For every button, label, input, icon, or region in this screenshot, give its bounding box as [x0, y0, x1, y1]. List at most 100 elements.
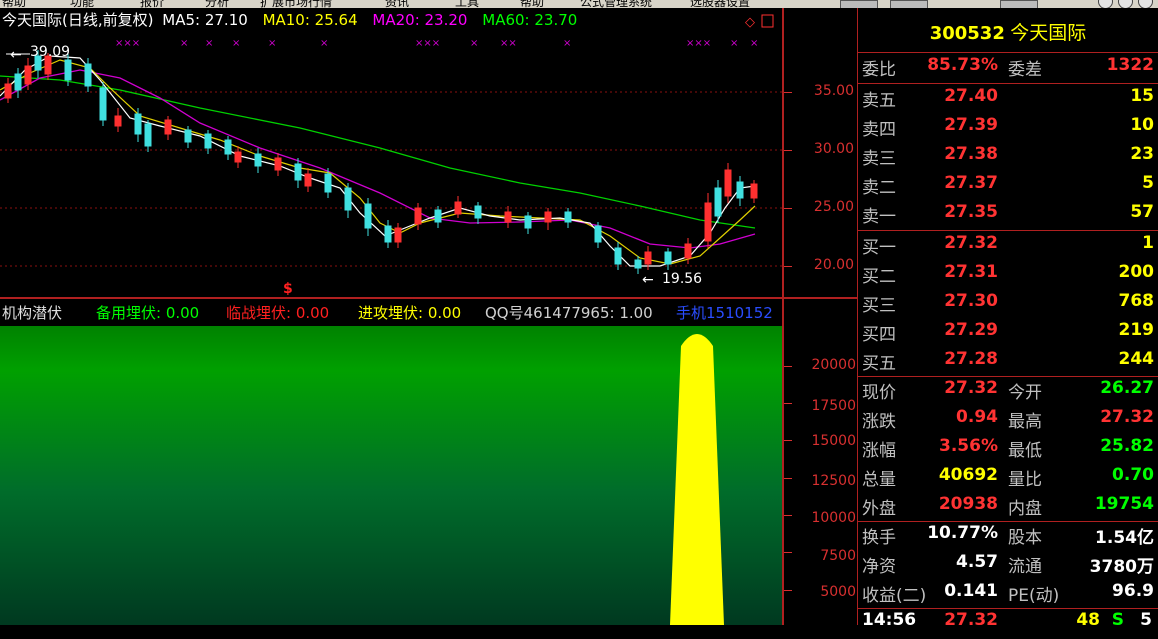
svg-text:×: ×	[205, 38, 213, 49]
stat-value: 3.56%	[939, 436, 998, 456]
weicha-label: 委差	[1008, 60, 1042, 80]
buy-volume: 768	[1118, 291, 1155, 311]
svg-text:×: ×	[750, 38, 758, 49]
toolbar-button[interactable]	[1000, 0, 1038, 8]
buy-row[interactable]: 买一 27.32 1	[858, 233, 1158, 262]
close-icon[interactable]	[1138, 0, 1153, 8]
tick-side: S	[1111, 610, 1124, 630]
sell-row[interactable]: 卖四 27.39 10	[858, 115, 1158, 144]
menu-item[interactable]: 帮助	[520, 0, 544, 8]
minimize-icon[interactable]	[1098, 0, 1113, 8]
y-tick-label: 20000	[811, 357, 856, 373]
y-tick	[784, 515, 792, 516]
buy-label: 买五	[862, 354, 896, 374]
stat-value: 20938	[938, 494, 998, 514]
menu-item[interactable]: 报价	[140, 0, 164, 8]
menu-item[interactable]: 帮助	[2, 0, 26, 8]
stat-label: 收益(二)	[862, 586, 927, 606]
sell-label: 卖二	[862, 178, 896, 198]
menu-item[interactable]: 扩展市场行情	[260, 0, 332, 8]
stat-label: 最高	[1008, 412, 1042, 432]
stat-value: 27.32	[944, 378, 998, 398]
indicator-item: 临战埋伏: 0.00	[226, 304, 330, 322]
buy-row[interactable]: 买四 27.29 219	[858, 320, 1158, 349]
stat-label: 总量	[862, 470, 896, 490]
svg-text:×××: ×××	[415, 38, 440, 49]
sell-price: 27.37	[944, 173, 998, 193]
y-tick	[784, 590, 792, 591]
tick-price: 27.32	[944, 610, 998, 630]
buy-row[interactable]: 买三 27.30 768	[858, 291, 1158, 320]
menu-item[interactable]: 功能	[70, 0, 94, 8]
stat-label: PE(动)	[1008, 586, 1060, 606]
y-tick-label: 17500	[811, 398, 856, 414]
maximize-icon[interactable]	[1118, 0, 1133, 8]
stat-row: 涨跌 0.94 最高 27.32	[858, 407, 1158, 436]
stat2-row: 净资 4.57 流通 3780万	[858, 552, 1158, 581]
sell-row[interactable]: 卖五 27.40 15	[858, 86, 1158, 115]
indicator-item: 备用埋伏: 0.00	[96, 304, 200, 322]
kline-chart[interactable]: ××× × × × × × ××× × ×× × ××× × × ← ← ◇	[0, 8, 783, 298]
stat-label: 内盘	[1008, 499, 1042, 519]
menu-item[interactable]: 分析	[205, 0, 229, 8]
sell-row[interactable]: 卖二 27.37 5	[858, 173, 1158, 202]
sell-volume: 15	[1130, 86, 1154, 106]
chart-title: 今天国际(日线,前复权)	[2, 11, 154, 29]
stat-label: 涨幅	[862, 441, 896, 461]
buy-price: 27.28	[944, 349, 998, 369]
sell-row[interactable]: 卖三 27.38 23	[858, 144, 1158, 173]
ma5-line	[0, 55, 756, 267]
buy-row[interactable]: 买五 27.28 244	[858, 349, 1158, 378]
indicator-item: QQ号461477965: 1.00	[485, 304, 653, 322]
stat-value: 0.70	[1112, 465, 1154, 485]
svg-text:×: ×	[730, 38, 738, 49]
ma60-line	[0, 75, 756, 229]
stat-label: 股本	[1008, 528, 1042, 548]
sell-label: 卖四	[862, 120, 896, 140]
toolbar-button[interactable]	[890, 0, 928, 8]
stock-header: 300532 今天国际	[858, 18, 1158, 48]
ma10-label: MA10: 25.64	[262, 11, 358, 29]
buy-label: 买二	[862, 267, 896, 287]
svg-text:×: ×	[470, 38, 478, 49]
sell-row[interactable]: 卖一 27.35 57	[858, 202, 1158, 231]
stat-value: 40692	[938, 465, 998, 485]
svg-text:×: ×	[180, 38, 188, 49]
stat2-row: 收益(二) 0.141 PE(动) 96.9	[858, 581, 1158, 610]
buy-row[interactable]: 买二 27.31 200	[858, 262, 1158, 291]
axis-border	[782, 8, 784, 625]
ma20-label: MA20: 23.20	[372, 11, 468, 29]
indicator-item: 进攻埋伏: 0.00	[358, 304, 462, 322]
stat-label: 今开	[1008, 383, 1042, 403]
diamond-icon: ◇	[745, 15, 755, 30]
quote-panel: 300532 今天国际 委比 85.73% 委差 1322 卖五 27.40 1…	[858, 8, 1158, 630]
ma10-line	[0, 59, 756, 265]
stat-value: 27.32	[1100, 407, 1154, 427]
buy-price: 27.32	[944, 233, 998, 253]
menu-item[interactable]: 工具	[455, 0, 479, 8]
buy-volume: 1	[1142, 233, 1154, 253]
sell-label: 卖一	[862, 207, 896, 227]
stat-value: 1.54亿	[1095, 528, 1154, 548]
svg-text:×: ×	[563, 38, 571, 49]
menu-item[interactable]: 选股器设置	[690, 0, 750, 8]
stat-row: 现价 27.32 今开 26.27	[858, 378, 1158, 407]
weicha-value: 1322	[1106, 55, 1154, 75]
y-tick	[784, 366, 792, 367]
buy-label: 买三	[862, 296, 896, 316]
sell-price: 27.38	[944, 144, 998, 164]
indicator-chart[interactable]	[0, 326, 782, 625]
menu-item[interactable]: 公式管理系统	[580, 0, 652, 8]
menu-item[interactable]: 资讯	[385, 0, 409, 8]
sell-label: 卖三	[862, 149, 896, 169]
toolbar-button[interactable]	[840, 0, 878, 8]
stat-row: 总量 40692 量比 0.70	[858, 465, 1158, 494]
buy-volume: 200	[1118, 262, 1155, 282]
weibi-label: 委比	[862, 60, 896, 80]
tick-count: 5	[1140, 610, 1152, 630]
y-tick	[784, 552, 792, 553]
stat-label: 现价	[862, 383, 896, 403]
pane-divider[interactable]	[0, 297, 858, 299]
weibi-row: 委比 85.73% 委差 1322	[858, 55, 1158, 84]
stat-label: 换手	[862, 528, 896, 548]
